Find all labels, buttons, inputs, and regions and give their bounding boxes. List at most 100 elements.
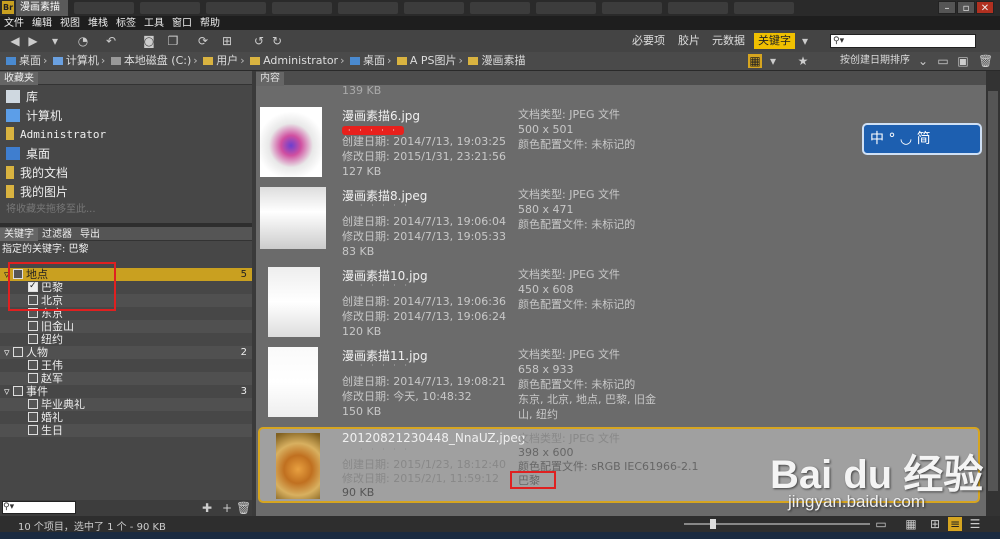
file-item[interactable]: 漫画素描11.jpg · · · · · 创建日期: 2014/7/13, 19… (256, 344, 986, 424)
checkbox[interactable] (28, 360, 38, 370)
close-icon[interactable]: ✕ (976, 1, 994, 14)
menu-window[interactable]: 窗口 (172, 17, 192, 31)
keyword-group-events[interactable]: ▿ 事件 3 (0, 385, 252, 398)
delete-icon[interactable]: 🗑 (978, 54, 993, 68)
view-mode-chevron-icon[interactable]: ▾ (766, 54, 780, 68)
favorite-administrator[interactable]: Administrator (6, 126, 106, 144)
breadcrumb-item[interactable]: A PS图片 (410, 54, 457, 67)
expand-triangle-icon[interactable]: ▿ (0, 346, 10, 359)
rating-dots[interactable]: · · · · · (360, 445, 410, 454)
minimize-icon[interactable]: – (938, 1, 956, 14)
tab-content[interactable]: 内容 (256, 72, 284, 86)
file-item[interactable]: 漫画素描10.jpg · · · · · 创建日期: 2014/7/13, 19… (256, 264, 986, 344)
breadcrumb-item[interactable]: 用户 (216, 54, 238, 67)
tab-favorites[interactable]: 收藏夹 (0, 72, 38, 85)
scrollbar-thumb[interactable] (988, 91, 998, 491)
background-tab[interactable] (536, 2, 596, 14)
menu-view[interactable]: 视图 (60, 17, 80, 31)
open-recent-icon[interactable]: ▭ (936, 54, 950, 68)
expand-triangle-icon[interactable]: ▿ (0, 385, 10, 398)
menu-help[interactable]: 帮助 (200, 17, 220, 31)
breadcrumb-item[interactable]: 计算机 (66, 54, 99, 67)
maximize-icon[interactable]: ▫ (957, 1, 975, 14)
file-name[interactable]: 20120821230448_NnaUZ.jpeg (342, 431, 525, 445)
sort-dropdown[interactable]: 按创建日期排序 (840, 54, 910, 68)
workspace-metadata[interactable]: 元数据 (712, 33, 745, 49)
checkbox[interactable] (28, 321, 38, 331)
thumbnail-cat[interactable] (276, 433, 320, 499)
menu-edit[interactable]: 编辑 (32, 17, 52, 31)
background-tab[interactable] (668, 2, 728, 14)
slider-handle[interactable] (710, 519, 716, 529)
background-tab[interactable] (272, 2, 332, 14)
thumbnail-girl[interactable] (268, 267, 320, 337)
background-tab[interactable] (140, 2, 200, 14)
back-icon[interactable]: ◀ (8, 34, 22, 48)
keyword-search-input[interactable]: ⚲▾ (2, 501, 76, 514)
keyword-graduation[interactable]: 毕业典礼 (0, 398, 252, 411)
background-tab[interactable] (602, 2, 662, 14)
rotate-left-icon[interactable]: ↺ (252, 34, 266, 48)
new-keyword-icon[interactable]: + (220, 501, 234, 515)
background-tab[interactable] (338, 2, 398, 14)
return-icon[interactable]: ↶ (104, 34, 118, 48)
keyword-wedding[interactable]: 婚礼 (0, 411, 252, 424)
file-name[interactable]: 漫画素描6.jpg (342, 107, 420, 124)
favorite-library[interactable]: 库 (6, 88, 38, 106)
rating-dots[interactable]: · · · · · (360, 361, 410, 370)
rotate-right-icon[interactable]: ↻ (270, 34, 284, 48)
workspace-menu-chevron-icon[interactable]: ▾ (798, 34, 812, 48)
keyword-new-york[interactable]: 纽约 (0, 333, 252, 346)
breadcrumb-item[interactable]: 漫画素描 (481, 54, 525, 67)
output-icon[interactable]: ⊞ (220, 34, 234, 48)
new-folder-icon[interactable]: ▣ (956, 54, 970, 68)
checkbox[interactable] (28, 412, 38, 422)
checkbox[interactable] (28, 399, 38, 409)
checkbox[interactable] (13, 347, 24, 357)
rating-dots[interactable]: · · · · · (360, 281, 410, 290)
delete-keyword-icon[interactable]: 🗑 (236, 501, 251, 515)
background-tab[interactable] (734, 2, 794, 14)
refine-icon[interactable]: ❐ (166, 34, 180, 48)
new-sub-keyword-icon[interactable]: ✚ (200, 501, 214, 515)
ime-toolbar[interactable]: 中 ° ◡ 简 (862, 123, 982, 155)
favorite-desktop[interactable]: 桌面 (6, 145, 50, 163)
workspace-filmstrip[interactable]: 胶片 (678, 33, 700, 49)
star-filter-icon[interactable]: ★ (796, 54, 810, 68)
rating-dots[interactable]: · · · · · (360, 201, 410, 210)
window-title[interactable]: 漫画素描 (16, 0, 68, 16)
favorite-pictures[interactable]: 我的图片 (6, 183, 68, 201)
keyword-group-people[interactable]: ▿ 人物 2 (0, 346, 252, 359)
sync-icon[interactable]: ⟳ (196, 34, 210, 48)
grid-view-icon[interactable]: ▦ (748, 54, 762, 68)
camera-icon[interactable]: ◙ (142, 34, 156, 48)
workspace-keywords[interactable]: 关键字 (754, 33, 795, 49)
thumbnail-girl[interactable] (268, 347, 318, 417)
menu-tools[interactable]: 工具 (144, 17, 164, 31)
thumbnail-girl[interactable] (260, 187, 326, 249)
background-tab[interactable] (470, 2, 530, 14)
menu-file[interactable]: 文件 (4, 17, 24, 31)
breadcrumb-item[interactable]: 桌面 (363, 54, 385, 67)
workspace-essentials[interactable]: 必要项 (632, 33, 665, 49)
keyword-san-francisco[interactable]: 旧金山 (0, 320, 252, 333)
thumbnail-eye[interactable] (260, 107, 322, 177)
checkbox[interactable] (28, 425, 38, 435)
sort-direction-icon[interactable]: ⌄ (916, 54, 930, 68)
breadcrumb-item[interactable]: 桌面 (19, 54, 41, 67)
keyword-birthday[interactable]: 生日 (0, 424, 252, 437)
keyword-zhao-jun[interactable]: 赵军 (0, 372, 252, 385)
search-input[interactable]: ⚲▾ (830, 34, 976, 48)
background-tab[interactable] (404, 2, 464, 14)
background-tab[interactable] (74, 2, 134, 14)
keyword-wang-wei[interactable]: 王伟 (0, 359, 252, 372)
checkbox[interactable] (13, 386, 24, 396)
favorite-documents[interactable]: 我的文档 (6, 164, 68, 182)
forward-icon[interactable]: ▶ (26, 34, 40, 48)
dropdown-icon[interactable]: ▾ (48, 34, 62, 48)
checkbox[interactable] (28, 373, 38, 383)
background-tab[interactable] (206, 2, 266, 14)
menu-label[interactable]: 标签 (116, 17, 136, 31)
favorite-computer[interactable]: 计算机 (6, 107, 62, 125)
menu-stack[interactable]: 堆栈 (88, 17, 108, 31)
